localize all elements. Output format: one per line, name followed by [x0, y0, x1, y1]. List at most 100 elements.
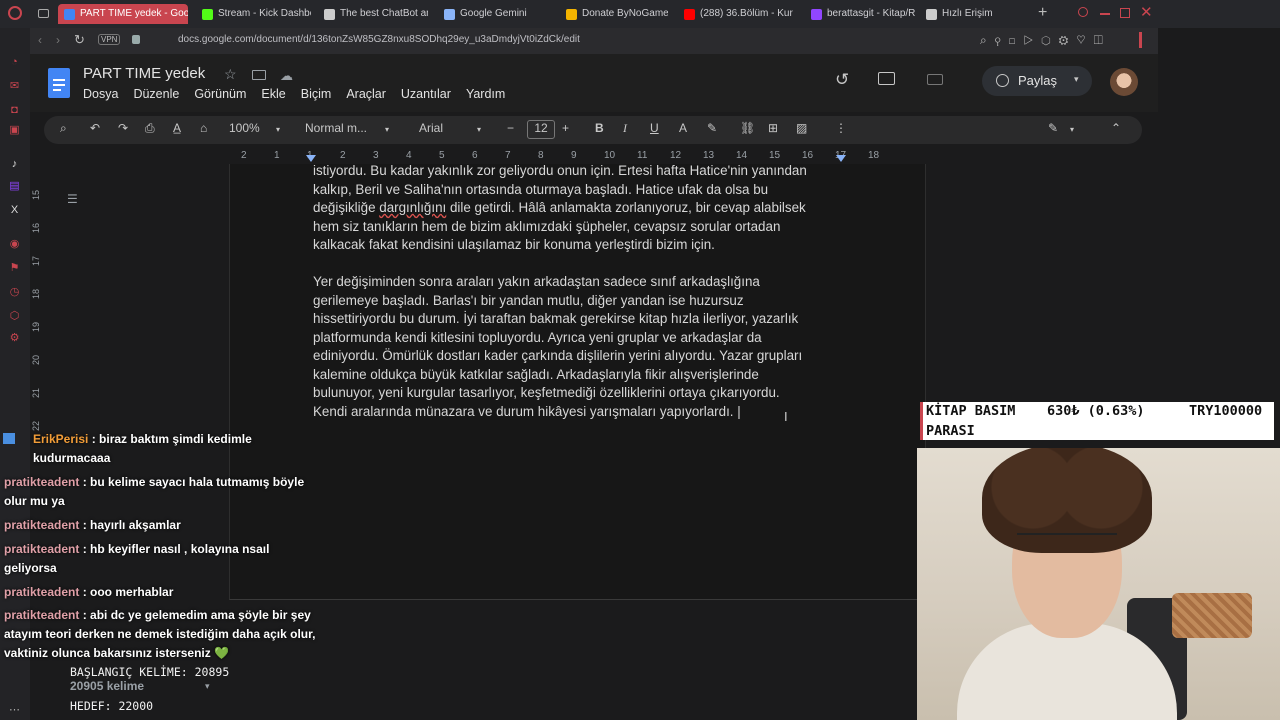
sidebar-music-icon[interactable]: ♪ [8, 158, 21, 171]
vpn-badge[interactable]: VPN [98, 34, 121, 45]
menu-item[interactable]: Biçim [301, 87, 332, 101]
menu-item[interactable]: Düzenle [133, 87, 179, 101]
sidebar-twitch-icon[interactable]: ▤ [8, 180, 21, 193]
text-line: bulunuyor, yeni kurgular tasarlıyor, keş… [313, 385, 780, 400]
sidebar-more-icon[interactable]: ⋯ [8, 704, 21, 717]
comments-icon[interactable] [878, 72, 895, 85]
document-page[interactable]: istiyordu. Bu kadar yakınlık zor geliyor… [229, 164, 926, 600]
italic-icon[interactable]: I [623, 121, 627, 136]
menu-item[interactable]: Yardım [466, 87, 505, 101]
misspelled-word[interactable]: dargınlığını [379, 200, 446, 215]
bold-icon[interactable]: B [595, 121, 604, 135]
menu-item[interactable]: Ekle [261, 87, 285, 101]
cloud-status-icon[interactable]: ☁ [280, 68, 293, 84]
font-size-input[interactable]: 12 [527, 120, 555, 139]
sidebar-player-icon[interactable]: ◉ [8, 238, 21, 251]
browser-tab[interactable]: Google Gemini [438, 4, 548, 24]
menu-item[interactable]: Dosya [83, 87, 118, 101]
sidebar-box-icon[interactable]: ⬡ [8, 310, 21, 323]
text-line: hissettiriyordu bu durum. İyi taraftan b… [313, 311, 799, 326]
maximize-button[interactable] [1120, 8, 1130, 18]
browser-tab[interactable]: Donate ByNoGame - C [560, 4, 668, 24]
increase-font-size-icon[interactable]: + [562, 121, 569, 135]
avatar[interactable] [1110, 68, 1138, 96]
right-indent-marker[interactable] [836, 155, 846, 162]
reload-button[interactable]: ↻ [74, 32, 85, 48]
new-tab-button[interactable]: + [1038, 4, 1047, 22]
document-outline-icon[interactable]: ☰ [67, 192, 78, 206]
spellcheck-icon[interactable]: A̲ [173, 121, 181, 135]
menu-item[interactable]: Görünüm [194, 87, 246, 101]
redo-icon[interactable]: ↷ [118, 121, 128, 135]
underline-icon[interactable]: U [650, 121, 659, 135]
tab-overview-icon[interactable] [38, 9, 49, 18]
more-options-icon[interactable]: ⋮ [835, 121, 847, 135]
word-count-badge[interactable]: 20905 kelime [70, 679, 144, 693]
chevron-down-icon[interactable]: ▾ [1070, 125, 1074, 134]
close-window-button[interactable]: ✕ [1140, 3, 1153, 21]
sidebar-settings-icon[interactable]: ⚙ [8, 332, 21, 345]
browser-tab[interactable]: Stream - Kick Dashbo [196, 4, 311, 24]
back-button[interactable]: ‹ [38, 33, 42, 47]
chevron-down-icon[interactable]: ▾ [477, 125, 481, 134]
chat-username[interactable]: pratikteadent [4, 475, 79, 489]
undo-icon[interactable]: ↶ [90, 121, 100, 135]
browser-tab[interactable]: berattasgit - Kitap/Ro [805, 4, 915, 24]
chevron-down-icon[interactable]: ▾ [1074, 74, 1079, 85]
paint-format-icon[interactable]: ⌂ [200, 121, 207, 135]
browser-tab[interactable]: The best ChatBot and [318, 4, 428, 24]
move-folder-icon[interactable] [252, 70, 266, 80]
document-title[interactable]: PART TIME yedek [83, 65, 205, 82]
sidebar-aria-icon[interactable]: ◔ [8, 56, 21, 69]
chevron-down-icon[interactable]: ▾ [276, 125, 280, 134]
chevron-down-icon[interactable]: ▾ [205, 681, 210, 692]
horizontal-ruler[interactable]: 2 1 1 2 3 4 5 6 7 8 9 10 11 12 13 14 15 16 17 18 [230, 150, 920, 164]
browser-tab[interactable]: PART TIME yedek - Goog [58, 4, 188, 24]
version-history-icon[interactable]: ↺ [835, 70, 849, 90]
docs-logo-icon[interactable] [48, 68, 70, 98]
paragraph-style-select[interactable]: Normal m... [305, 121, 367, 135]
url-field[interactable]: docs.google.com/document/d/136tonZsW85GZ… [178, 34, 580, 45]
share-button[interactable]: Paylaş ▾ [982, 66, 1092, 96]
text-color-icon[interactable]: A [679, 121, 687, 135]
text-span: dile getirdi. Hâlâ anlamakta zorlanıyoru… [446, 200, 806, 215]
link-icon[interactable]: ⛓ [740, 121, 755, 135]
browser-tab[interactable]: Hızlı Erişim [920, 4, 1020, 24]
font-select[interactable]: Arial [419, 121, 443, 135]
meet-icon[interactable] [927, 74, 943, 85]
menu-item[interactable]: Uzantılar [401, 87, 451, 101]
chevron-down-icon[interactable]: ▾ [385, 125, 389, 134]
search-icon[interactable] [1078, 7, 1088, 17]
menu-item[interactable]: Araçlar [346, 87, 386, 101]
chat-username[interactable]: ErikPerisi [33, 432, 88, 446]
chat-username[interactable]: pratikteadent [4, 585, 79, 599]
browser-tab[interactable]: (288) 36.Bölüm - Kurt [678, 4, 793, 24]
forward-button[interactable]: › [56, 33, 60, 47]
extensions-menu-icon[interactable] [1130, 32, 1142, 48]
collapse-menus-icon[interactable]: ⌃ [1111, 121, 1121, 135]
sidebar-instagram-icon[interactable]: ◘ [8, 104, 21, 117]
extension-icons[interactable]: ⌕⚲◻▷⬡⚙♡◫ [980, 33, 1111, 48]
sidebar-x-icon[interactable]: X [8, 204, 21, 217]
sidebar-history-icon[interactable]: ◷ [8, 286, 21, 299]
sidebar-pin-icon[interactable]: ⚑ [8, 262, 21, 275]
minimize-button[interactable] [1100, 13, 1110, 15]
chat-username[interactable]: pratikteadent [4, 608, 79, 622]
zoom-select[interactable]: 100% [229, 121, 260, 135]
opera-logo-icon[interactable] [8, 6, 22, 20]
search-menus-icon[interactable]: ⌕ [60, 121, 67, 136]
left-indent-marker[interactable] [306, 155, 316, 162]
sidebar-mail-icon[interactable]: ▣ [8, 124, 21, 137]
sidebar-messenger-icon[interactable]: ✉ [8, 80, 21, 93]
editing-mode-icon[interactable]: ✎ [1048, 121, 1058, 135]
print-icon[interactable]: ⎙ [145, 121, 155, 136]
ruler-tick-label: 12 [670, 150, 682, 161]
chat-username[interactable]: pratikteadent [4, 542, 79, 556]
chat-message: pratikteadent : hayırlı akşamlar [4, 516, 320, 535]
add-comment-icon[interactable]: ⊞ [768, 121, 778, 135]
insert-image-icon[interactable]: ▨ [796, 121, 807, 135]
decrease-font-size-icon[interactable]: − [507, 121, 514, 135]
star-icon[interactable]: ☆ [224, 66, 237, 83]
highlight-icon[interactable]: ✎ [707, 121, 717, 135]
chat-username[interactable]: pratikteadent [4, 518, 79, 532]
